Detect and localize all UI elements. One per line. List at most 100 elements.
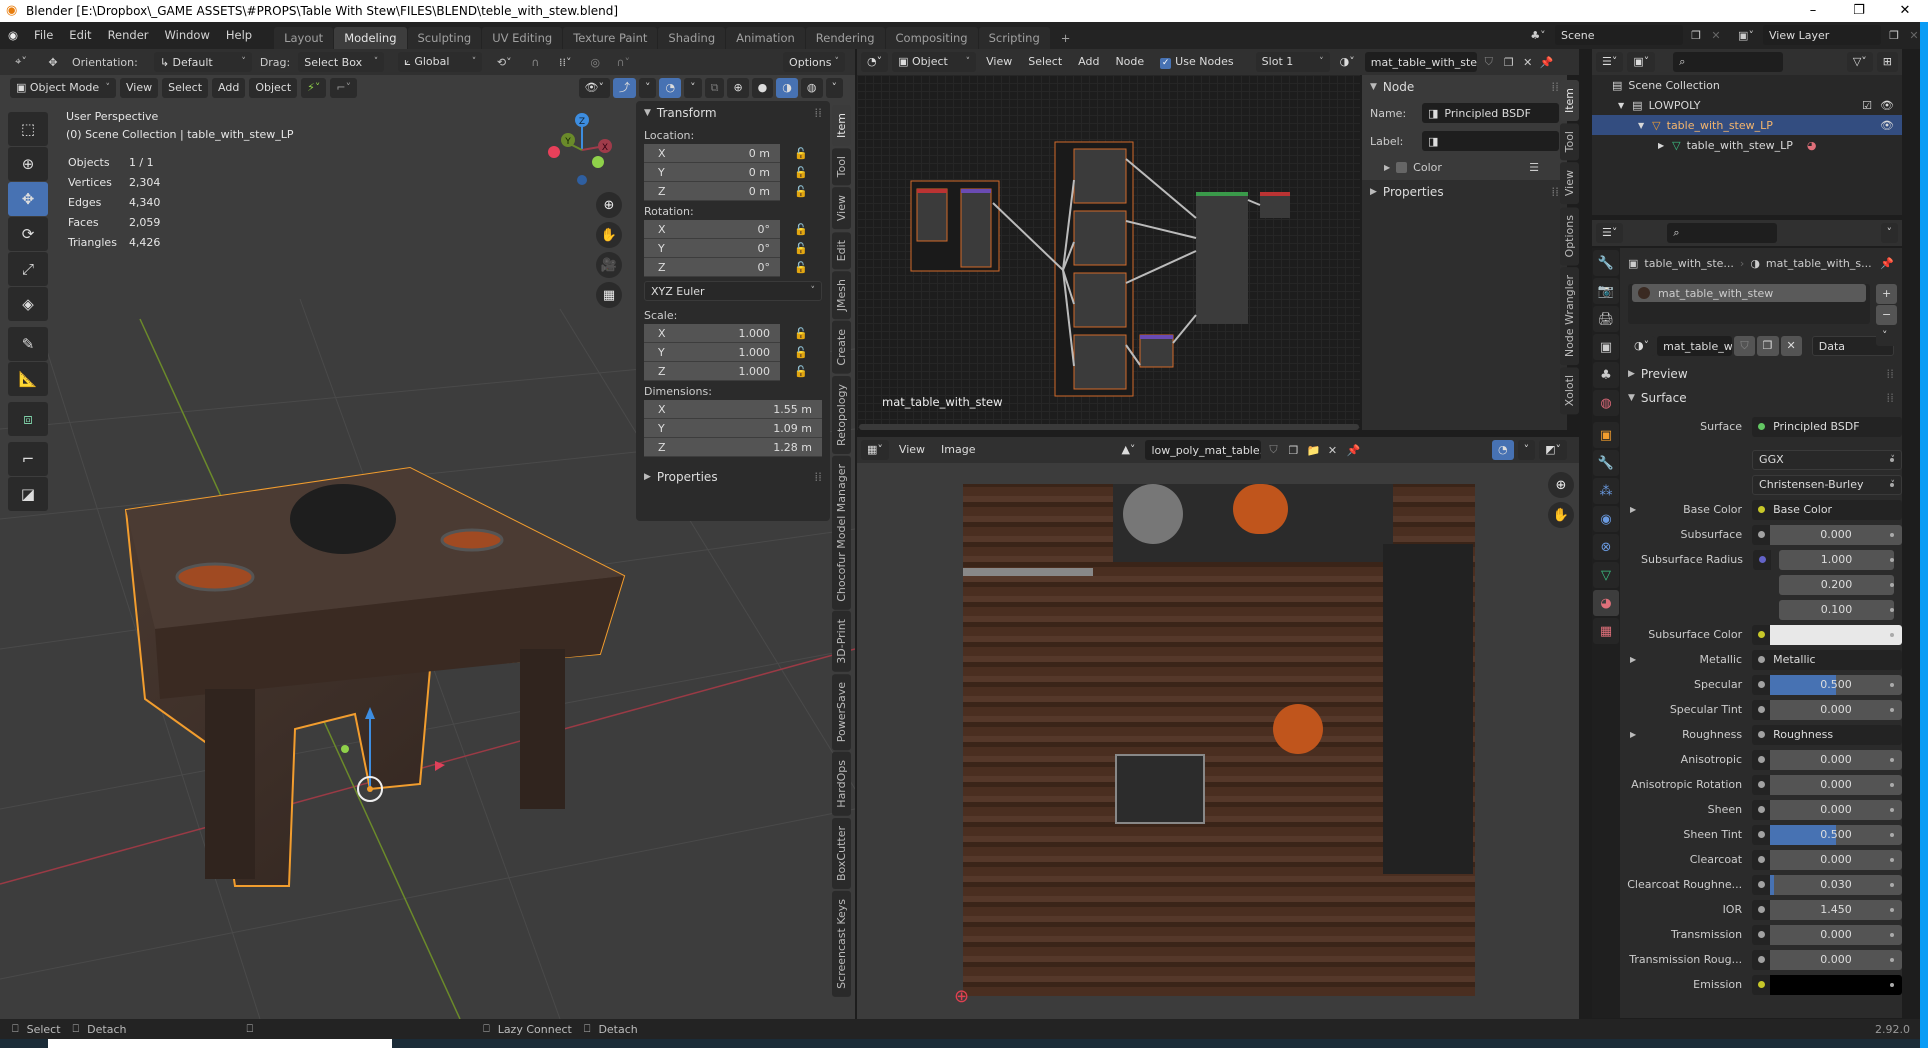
xray-toggle-icon[interactable]: ⧉ <box>704 78 725 98</box>
tool-select-box[interactable]: ⬚ <box>8 112 48 146</box>
object-gizmo-icon[interactable]: ⚡˅ <box>301 78 327 98</box>
shader-type-dropdown[interactable]: ▣ Object ˅ <box>892 52 977 72</box>
image-menu-view[interactable]: View <box>893 440 931 460</box>
surface-shader-field[interactable]: Principled BSDF <box>1752 416 1902 437</box>
add-workspace-button[interactable]: + <box>1051 27 1081 49</box>
keyframe-dot-icon[interactable] <box>1890 582 1894 587</box>
input-slider[interactable]: 0.000 <box>1769 849 1902 870</box>
scale-x-field[interactable]: X 1.000 <box>644 324 780 343</box>
keyframe-dot-icon[interactable] <box>1890 982 1894 987</box>
close-button[interactable]: ✕ <box>1882 0 1928 22</box>
modifier-properties-tab-icon[interactable]: 🔧 <box>1593 450 1619 476</box>
expand-arrow-icon[interactable]: ▶ <box>1658 141 1664 150</box>
vector-component-field[interactable]: 0.200 <box>1779 574 1894 595</box>
visibility-eye-icon[interactable]: 👁 <box>1880 99 1894 112</box>
keyframe-dot-icon[interactable] <box>1890 882 1894 887</box>
input-slider[interactable]: 0.000 <box>1769 699 1902 720</box>
keyframe-dot-icon[interactable] <box>1890 932 1894 937</box>
view-layer-icon[interactable]: ▣˅ <box>1733 29 1759 42</box>
sidebar-tab-jmesh[interactable]: JMesh <box>832 270 851 320</box>
keyframe-dot-icon[interactable] <box>1890 707 1894 712</box>
node-label-field[interactable]: ◨ <box>1422 131 1559 151</box>
node-tab-xolotl[interactable]: Xolotl <box>1560 367 1579 415</box>
minimize-button[interactable]: – <box>1790 0 1836 22</box>
input-slider[interactable]: 0.000 <box>1769 924 1902 945</box>
filter-icon[interactable]: ▽˅ <box>1846 52 1873 72</box>
lock-icon[interactable]: 🔓 <box>794 223 808 236</box>
taskbar-search-box[interactable] <box>48 1039 392 1048</box>
expand-arrow-icon[interactable]: ▼ <box>1618 101 1624 110</box>
outliner-item-table-with-stew-object[interactable]: ▼ ▽ table_with_stew_LP 👁 <box>1592 115 1902 135</box>
socket-button[interactable] <box>1752 949 1770 970</box>
duplicate-material-icon[interactable]: ❐ <box>1501 56 1517 69</box>
node-tab-options[interactable]: Options <box>1560 206 1579 265</box>
workspace-tab-modeling[interactable]: Modeling <box>334 27 407 49</box>
tool-rotate[interactable]: ⟳ <box>8 217 48 251</box>
rotation-y-field[interactable]: Y 0° <box>644 239 780 258</box>
material-datablock-field[interactable]: mat_table_wi... <box>1657 336 1733 356</box>
expand-arrow-icon[interactable]: ▶ <box>1630 730 1636 739</box>
object-properties-tab-icon[interactable]: ▣ <box>1593 422 1619 448</box>
vector-component-field[interactable]: 0.100 <box>1779 599 1894 620</box>
node-tab-node-wrangler[interactable]: Node Wrangler <box>1560 266 1579 366</box>
shading-material-icon[interactable]: ◑ <box>776 78 798 98</box>
normal-map-node[interactable] <box>1139 334 1174 368</box>
shading-dropdown-icon[interactable]: ˅ <box>825 78 843 98</box>
use-nodes-checkbox[interactable]: ✓ Use Nodes <box>1154 52 1240 72</box>
pin-icon[interactable]: 📌 <box>1880 257 1894 270</box>
visibility-filter-icon[interactable]: 👁˅ <box>578 78 610 98</box>
render-properties-tab-icon[interactable]: 📷 <box>1593 278 1619 304</box>
delete-scene-icon[interactable]: ✕ <box>1709 29 1723 42</box>
menu-help[interactable]: Help <box>218 22 260 49</box>
unlink-material-icon[interactable]: ✕ <box>1521 56 1535 69</box>
camera-view-icon[interactable]: 🎥 <box>596 252 622 278</box>
subsurface-method-dropdown[interactable]: Christensen-Burley˅ <box>1752 474 1902 495</box>
options-dropdown[interactable]: Options ˅ <box>783 52 845 72</box>
node-color-row[interactable]: ▶ Color ☰ <box>1362 155 1567 180</box>
outliner-item-lowpoly[interactable]: ▼ ▤ LOWPOLY ☑ 👁 <box>1592 95 1902 115</box>
color-presets-icon[interactable]: ☰ <box>1529 161 1539 174</box>
output-properties-tab-icon[interactable]: 🖨 <box>1593 306 1619 332</box>
tool-cursor[interactable]: ⊕ <box>8 147 48 181</box>
socket-button[interactable] <box>1752 924 1770 945</box>
sidebar-tab-item[interactable]: Item <box>832 105 851 147</box>
particles-properties-tab-icon[interactable]: ⁂ <box>1593 478 1619 504</box>
properties-search-input[interactable]: ⌕ <box>1667 223 1778 243</box>
material-unlink-icon[interactable]: ✕ <box>1780 336 1802 356</box>
socket-button[interactable] <box>1752 524 1770 545</box>
linked-input-field[interactable]: Metallic <box>1752 649 1902 670</box>
node-properties-header[interactable]: ▶ Properties ⁞⁞ <box>1362 180 1567 204</box>
input-slider[interactable]: 0.000 <box>1769 524 1902 545</box>
linked-input-field[interactable]: Roughness <box>1752 724 1902 745</box>
node-menu-node[interactable]: Node <box>1109 52 1150 72</box>
sidebar-tab-powersave[interactable]: PowerSave <box>832 674 851 751</box>
keyframe-dot-icon[interactable] <box>1890 682 1894 687</box>
socket-button[interactable] <box>1752 799 1770 820</box>
keyframe-dot-icon[interactable] <box>1890 532 1894 537</box>
keyframe-dot-icon[interactable] <box>1890 832 1894 837</box>
transform-panel-header[interactable]: ▼ Transform ⁞⁞ <box>636 101 830 125</box>
material-fake-user-icon[interactable]: ⛉ <box>1734 336 1755 356</box>
display-mode-icon[interactable]: ▣˅ <box>1627 52 1656 72</box>
proportional-falloff-icon[interactable]: ∩˅ <box>612 56 634 69</box>
sidebar-tab-chocofur[interactable]: Chocofur Model Manager <box>832 455 851 610</box>
scene-icon[interactable]: ♣˅ <box>1525 29 1551 42</box>
viewport-menu-add[interactable]: Add <box>212 78 246 98</box>
rotation-mode-dropdown[interactable]: XYZ Euler ˅ <box>644 281 822 301</box>
textures-frame[interactable] <box>1054 141 1134 397</box>
menu-file[interactable]: File <box>26 22 61 49</box>
outliner-item-scene-collection[interactable]: ▤ Scene Collection <box>1592 75 1902 95</box>
rotation-x-field[interactable]: X 0° <box>644 220 780 239</box>
workspace-tab-uv-editing[interactable]: UV Editing <box>482 27 563 49</box>
tool-scale[interactable]: ⤢ <box>8 252 48 286</box>
image-pan-icon[interactable]: ✋ <box>1548 502 1574 528</box>
sidebar-tab-3d-print[interactable]: 3D-Print <box>832 611 851 673</box>
image-fake-user-icon[interactable]: ⛉ <box>1265 443 1281 457</box>
lock-icon[interactable]: 🔓 <box>794 365 808 378</box>
lock-icon[interactable]: 🔓 <box>794 327 808 340</box>
sidebar-tab-tool[interactable]: Tool <box>832 148 851 186</box>
workspace-tab-sculpting[interactable]: Sculpting <box>407 27 482 49</box>
new-scene-icon[interactable]: ❐ <box>1687 29 1705 42</box>
workspace-tab-rendering[interactable]: Rendering <box>805 27 885 49</box>
add-material-slot-button[interactable]: + <box>1876 284 1898 304</box>
